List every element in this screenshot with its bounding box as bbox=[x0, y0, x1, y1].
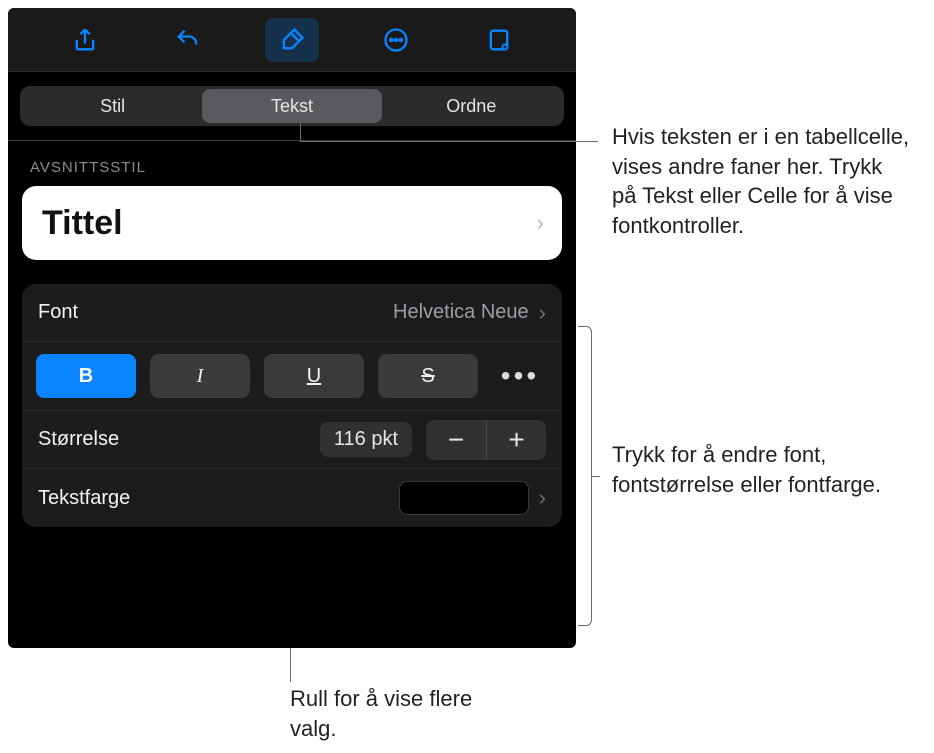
annotation-leader bbox=[300, 141, 598, 142]
annotation-leader bbox=[290, 648, 291, 682]
text-color-label: Tekstfarge bbox=[38, 487, 130, 510]
italic-button[interactable]: I bbox=[150, 354, 250, 398]
size-decrease-button[interactable]: − bbox=[426, 420, 486, 460]
more-icon[interactable] bbox=[369, 18, 423, 62]
chevron-right-icon: › bbox=[539, 300, 546, 326]
text-format-group: Font Helvetica Neue › B I U S ••• Større… bbox=[22, 284, 562, 527]
format-buttons-row: B I U S ••• bbox=[22, 342, 562, 411]
format-brush-icon[interactable] bbox=[265, 18, 319, 62]
font-value: Helvetica Neue bbox=[393, 301, 529, 324]
paragraph-style-card[interactable]: Tittel › bbox=[22, 186, 562, 260]
undo-icon[interactable] bbox=[161, 18, 215, 62]
tab-tekst[interactable]: Tekst bbox=[202, 89, 381, 123]
annotation-leader bbox=[592, 476, 600, 477]
annotation-bracket bbox=[578, 326, 592, 626]
strikethrough-button[interactable]: S bbox=[378, 354, 478, 398]
annotation-tabs: Hvis teksten er i en tabellcelle, vises … bbox=[612, 122, 912, 241]
reading-mode-icon[interactable] bbox=[472, 18, 526, 62]
more-formatting-button[interactable]: ••• bbox=[492, 354, 548, 398]
annotation-scroll: Rull for å vise flere valg. bbox=[290, 684, 510, 743]
chevron-right-icon: › bbox=[539, 485, 546, 511]
underline-button[interactable]: U bbox=[264, 354, 364, 398]
format-panel: Stil Tekst Ordne AVSNITTSSTIL Tittel › F… bbox=[8, 8, 576, 648]
share-icon[interactable] bbox=[58, 18, 112, 62]
size-value[interactable]: 116 pkt bbox=[320, 422, 412, 457]
bold-button[interactable]: B bbox=[36, 354, 136, 398]
top-toolbar bbox=[8, 8, 576, 72]
chevron-right-icon: › bbox=[537, 210, 544, 236]
size-increase-button[interactable]: + bbox=[486, 420, 546, 460]
size-stepper: − + bbox=[426, 420, 546, 460]
size-label: Størrelse bbox=[38, 428, 119, 451]
paragraph-style-name: Tittel bbox=[42, 204, 123, 243]
tab-ordne[interactable]: Ordne bbox=[382, 89, 561, 123]
section-label-avsnittsstil: AVSNITTSSTIL bbox=[8, 141, 576, 186]
tab-stil[interactable]: Stil bbox=[23, 89, 202, 123]
annotation-leader bbox=[300, 123, 301, 141]
size-row: Størrelse 116 pkt − + bbox=[22, 411, 562, 469]
font-row[interactable]: Font Helvetica Neue › bbox=[22, 284, 562, 342]
text-color-swatch bbox=[399, 481, 529, 515]
format-tabs: Stil Tekst Ordne bbox=[20, 86, 564, 126]
annotation-font: Trykk for å endre font, fontstørrelse el… bbox=[612, 440, 912, 499]
font-label: Font bbox=[38, 301, 78, 324]
text-color-row[interactable]: Tekstfarge › bbox=[22, 469, 562, 527]
